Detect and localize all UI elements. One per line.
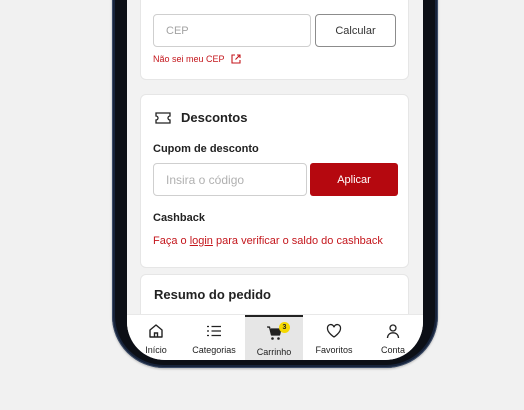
cupom-input[interactable]: Insira o código xyxy=(153,163,307,196)
external-link-icon xyxy=(230,54,241,64)
nav-label-categorias: Categorias xyxy=(192,345,236,355)
cart-count-badge: 3 xyxy=(279,322,290,333)
nav-item-inicio[interactable]: Início xyxy=(127,315,185,360)
cupom-placeholder: Insira o código xyxy=(166,172,245,187)
nav-label-inicio: Início xyxy=(145,345,167,355)
home-icon xyxy=(149,324,163,338)
nav-label-favoritos: Favoritos xyxy=(315,345,353,355)
aplicar-label: Aplicar xyxy=(337,173,371,186)
descontos-card: Descontos Cupom de desconto Insira o cód… xyxy=(140,94,409,268)
nao-sei-cep-link[interactable]: Não sei meu CEP xyxy=(153,54,241,64)
nav-item-categorias[interactable]: Categorias xyxy=(185,315,243,360)
ticket-icon xyxy=(155,111,171,124)
shipping-card: CEP Calcular Não sei meu CEP xyxy=(140,0,409,80)
bottom-nav: Início Categorias 3 Carrinho Favoritos C… xyxy=(127,314,423,360)
calcular-label: Calcular xyxy=(335,24,376,37)
descontos-title: Descontos xyxy=(181,110,248,125)
cashback-label: Cashback xyxy=(153,212,205,224)
nav-item-carrinho[interactable]: 3 Carrinho xyxy=(245,315,303,360)
app-screen: CEP Calcular Não sei meu CEP Descontos C… xyxy=(127,0,423,360)
cashback-prefix: Faça o xyxy=(153,235,190,247)
descontos-header: Descontos xyxy=(155,110,247,125)
cashback-message: Faça o login para verificar o saldo do c… xyxy=(153,235,383,247)
nav-label-carrinho: Carrinho xyxy=(256,347,292,357)
resumo-title: Resumo do pedido xyxy=(154,287,271,302)
nav-label-conta: Conta xyxy=(380,345,406,355)
cep-placeholder: CEP xyxy=(166,24,189,37)
nav-item-conta[interactable]: Conta xyxy=(364,315,422,360)
nao-sei-cep-label: Não sei meu CEP xyxy=(153,54,225,64)
cashback-suffix: para verificar o saldo do cashback xyxy=(212,235,383,247)
aplicar-button[interactable]: Aplicar xyxy=(310,163,398,196)
calcular-button[interactable]: Calcular xyxy=(315,14,396,47)
cupom-label: Cupom de desconto xyxy=(153,143,259,155)
list-icon xyxy=(207,325,221,337)
heart-icon xyxy=(326,323,342,338)
login-link[interactable]: login xyxy=(190,235,213,247)
nav-item-favoritos[interactable]: Favoritos xyxy=(305,315,363,360)
cep-input[interactable]: CEP xyxy=(153,14,311,47)
user-icon xyxy=(386,324,400,339)
